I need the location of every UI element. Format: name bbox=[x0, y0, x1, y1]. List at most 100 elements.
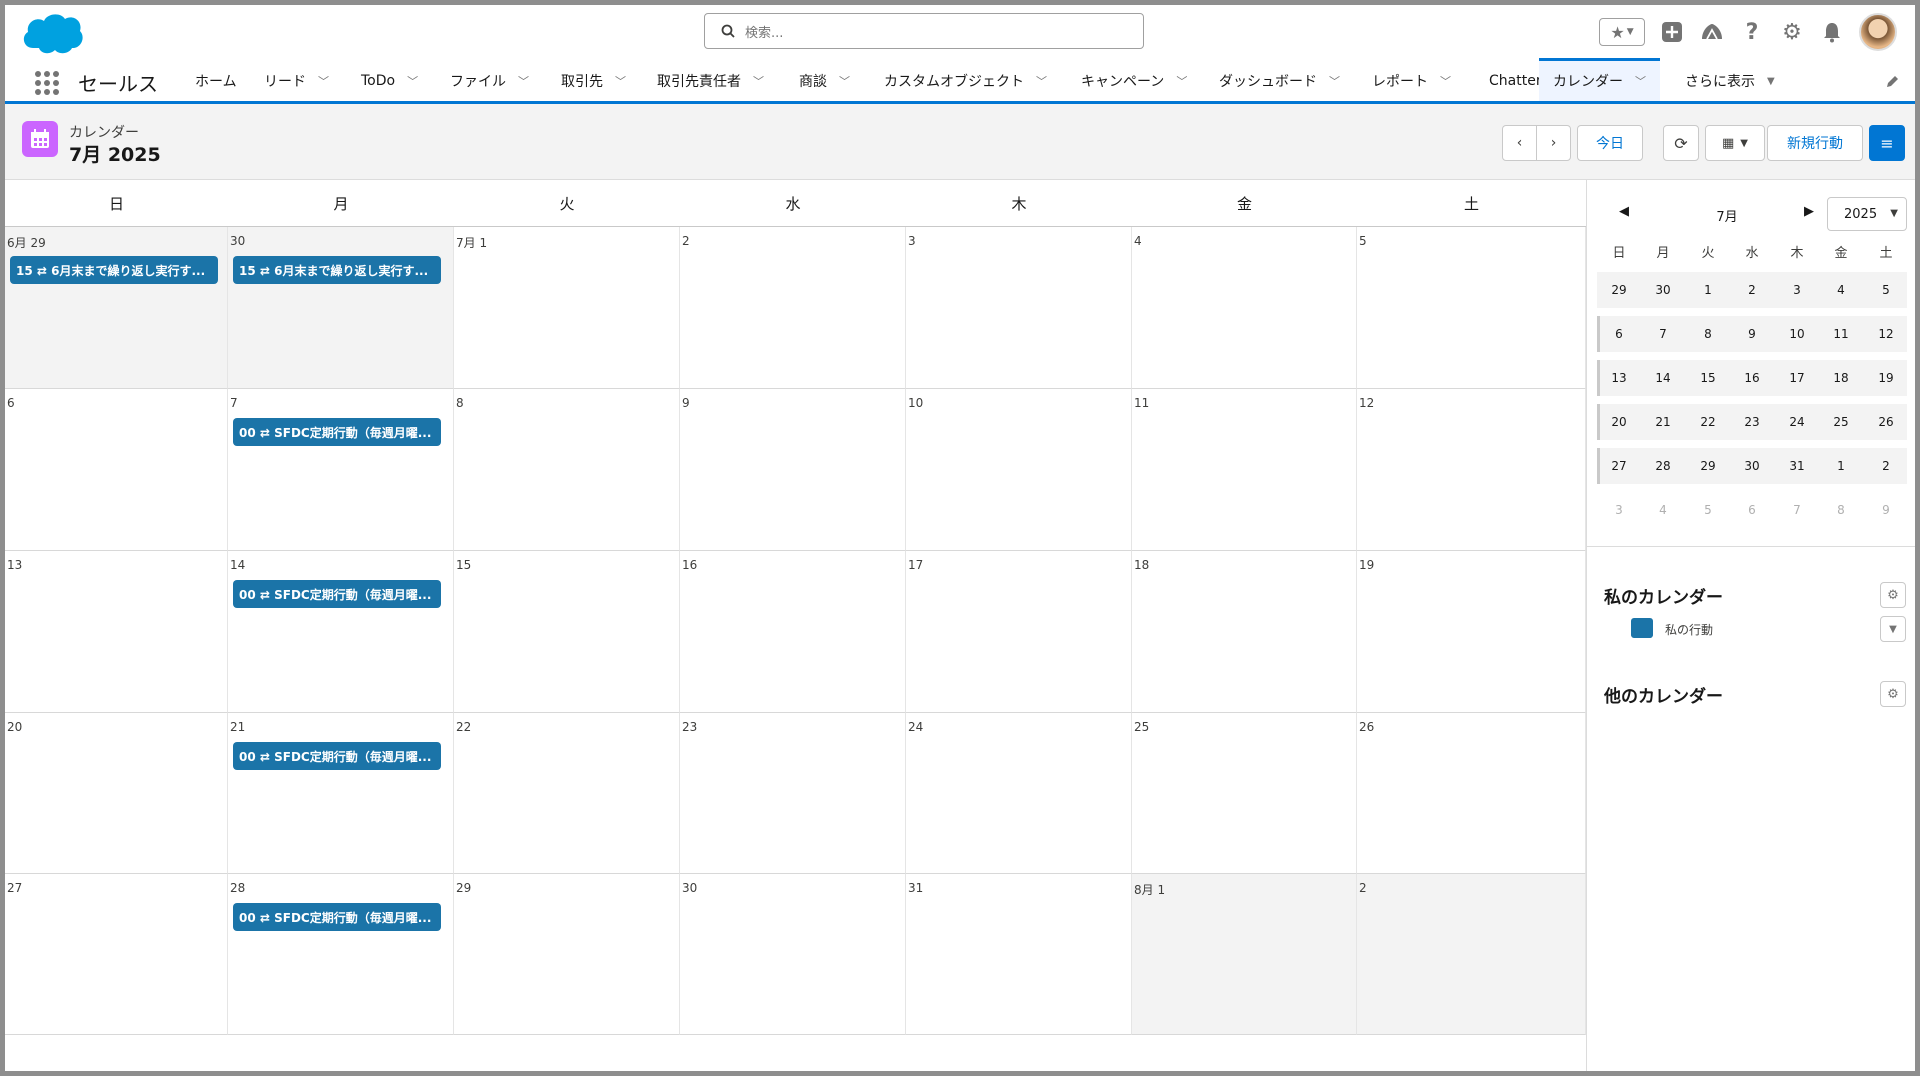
other-calendars-settings-button[interactable]: ⚙ bbox=[1880, 681, 1906, 707]
user-avatar[interactable] bbox=[1859, 13, 1897, 51]
mini-cal-day[interactable]: 5 bbox=[1686, 492, 1730, 528]
calendar-sidebar-toggle[interactable]: ≡ bbox=[1869, 125, 1905, 161]
chevron-down-icon[interactable]: ﹀ bbox=[1329, 73, 1340, 89]
day-number[interactable]: 27 bbox=[7, 881, 22, 895]
day-cell[interactable]: 10 bbox=[906, 389, 1132, 551]
day-cell[interactable]: 18 bbox=[1132, 551, 1357, 713]
day-cell[interactable]: 11 bbox=[1132, 389, 1357, 551]
calendar-event[interactable]: 15 ⇄ 6月末まで繰り返し実行す... bbox=[10, 256, 218, 284]
day-cell[interactable]: 7月 1 bbox=[454, 227, 680, 389]
chevron-down-icon[interactable]: ﹀ bbox=[407, 73, 418, 89]
notifications-button[interactable] bbox=[1819, 19, 1845, 45]
mini-cal-day[interactable]: 22 bbox=[1686, 404, 1730, 440]
day-cell[interactable]: 24 bbox=[906, 713, 1132, 874]
day-number[interactable]: 15 bbox=[456, 558, 471, 572]
mini-cal-day[interactable]: 3 bbox=[1775, 272, 1819, 308]
mini-cal-day[interactable]: 23 bbox=[1730, 404, 1774, 440]
nav-tab-0[interactable]: ホーム bbox=[195, 61, 237, 101]
day-number[interactable]: 20 bbox=[7, 720, 22, 734]
mini-cal-day[interactable]: 9 bbox=[1730, 316, 1774, 352]
mini-cal-day[interactable]: 30 bbox=[1730, 448, 1774, 484]
day-cell[interactable]: 30 bbox=[680, 874, 906, 1035]
day-cell[interactable]: 30 15 ⇄ 6月末まで繰り返し実行す... bbox=[228, 227, 454, 389]
global-search-input[interactable]: 検索... bbox=[704, 13, 1144, 49]
salesforce-logo[interactable] bbox=[19, 10, 85, 60]
day-cell[interactable]: 7 00 ⇄ SFDC定期行動（毎週月曜... bbox=[228, 389, 454, 551]
day-cell[interactable]: 31 bbox=[906, 874, 1132, 1035]
chevron-down-icon[interactable]: ﹀ bbox=[615, 73, 626, 89]
calendar-event[interactable]: 00 ⇄ SFDC定期行動（毎週月曜... bbox=[233, 580, 441, 608]
nav-tab-13[interactable]: さらに表示 ▼ bbox=[1685, 61, 1775, 101]
chevron-down-icon[interactable]: ﹀ bbox=[839, 73, 850, 89]
day-number[interactable]: 30 bbox=[682, 881, 697, 895]
day-cell[interactable]: 16 bbox=[680, 551, 906, 713]
day-cell[interactable]: 3 bbox=[906, 227, 1132, 389]
day-number[interactable]: 10 bbox=[908, 396, 923, 410]
nav-tab-7[interactable]: カスタムオブジェクト ﹀ bbox=[884, 61, 1047, 101]
favorites-button[interactable]: ★ ▼ bbox=[1599, 18, 1645, 46]
day-number[interactable]: 5 bbox=[1359, 234, 1367, 248]
next-month-button[interactable]: › bbox=[1536, 125, 1571, 161]
day-number[interactable]: 16 bbox=[682, 558, 697, 572]
new-event-button[interactable]: 新規行動 bbox=[1767, 125, 1863, 161]
mini-cal-day[interactable]: 3 bbox=[1597, 492, 1641, 528]
day-cell[interactable]: 6 bbox=[5, 389, 228, 551]
day-number[interactable]: 2 bbox=[1359, 881, 1367, 895]
calendar-event[interactable]: 15 ⇄ 6月末まで繰り返し実行す... bbox=[233, 256, 441, 284]
day-cell[interactable]: 2 bbox=[680, 227, 906, 389]
day-number[interactable]: 12 bbox=[1359, 396, 1374, 410]
chevron-down-icon[interactable]: ﹀ bbox=[1440, 73, 1451, 89]
mini-cal-day[interactable]: 20 bbox=[1597, 404, 1641, 440]
mini-cal-day[interactable]: 11 bbox=[1819, 316, 1863, 352]
chevron-down-icon[interactable]: ▼ bbox=[1767, 76, 1775, 87]
help-button[interactable]: ? bbox=[1739, 19, 1765, 45]
mini-cal-day[interactable]: 15 bbox=[1686, 360, 1730, 396]
nav-tab-4[interactable]: 取引先 ﹀ bbox=[561, 61, 626, 101]
day-cell[interactable]: 5 bbox=[1357, 227, 1586, 389]
mini-cal-day[interactable]: 21 bbox=[1641, 404, 1685, 440]
mini-cal-day[interactable]: 2 bbox=[1864, 448, 1908, 484]
setup-button[interactable]: ⚙ bbox=[1779, 19, 1805, 45]
day-cell[interactable]: 21 00 ⇄ SFDC定期行動（毎週月曜... bbox=[228, 713, 454, 874]
mini-cal-day[interactable]: 27 bbox=[1597, 448, 1641, 484]
day-number[interactable]: 26 bbox=[1359, 720, 1374, 734]
edit-nav-pencil-icon[interactable] bbox=[1885, 74, 1899, 93]
day-cell[interactable]: 4 bbox=[1132, 227, 1357, 389]
day-cell[interactable]: 2 bbox=[1357, 874, 1586, 1035]
my-events-menu-button[interactable]: ▼ bbox=[1880, 616, 1906, 642]
mini-cal-day[interactable]: 29 bbox=[1597, 272, 1641, 308]
app-launcher-icon[interactable] bbox=[35, 71, 59, 95]
mini-cal-day[interactable]: 7 bbox=[1641, 316, 1685, 352]
chevron-down-icon[interactable]: ﹀ bbox=[753, 73, 764, 89]
day-cell[interactable]: 17 bbox=[906, 551, 1132, 713]
mini-cal-day[interactable]: 12 bbox=[1864, 316, 1908, 352]
mini-cal-day[interactable]: 16 bbox=[1730, 360, 1774, 396]
day-cell[interactable]: 19 bbox=[1357, 551, 1586, 713]
day-number[interactable]: 2 bbox=[682, 234, 690, 248]
day-number[interactable]: 25 bbox=[1134, 720, 1149, 734]
day-number[interactable]: 17 bbox=[908, 558, 923, 572]
nav-tab-6[interactable]: 商談 ﹀ bbox=[799, 61, 850, 101]
day-number[interactable]: 18 bbox=[1134, 558, 1149, 572]
previous-month-button[interactable]: ‹ bbox=[1502, 125, 1537, 161]
day-cell[interactable]: 13 bbox=[5, 551, 228, 713]
nav-tab-2[interactable]: ToDo ﹀ bbox=[361, 61, 418, 101]
mini-cal-day[interactable]: 9 bbox=[1864, 492, 1908, 528]
mini-cal-day[interactable]: 14 bbox=[1641, 360, 1685, 396]
day-cell[interactable]: 8月 1 bbox=[1132, 874, 1357, 1035]
day-number[interactable]: 6 bbox=[7, 396, 15, 410]
refresh-button[interactable]: ⟳ bbox=[1663, 125, 1699, 161]
day-number[interactable]: 19 bbox=[1359, 558, 1374, 572]
nav-tab-11[interactable]: Chatter bbox=[1489, 61, 1542, 101]
nav-tab-3[interactable]: ファイル ﹀ bbox=[450, 61, 529, 101]
mini-cal-year-select[interactable]: 2025 ▼ bbox=[1827, 197, 1907, 231]
day-cell[interactable]: 8 bbox=[454, 389, 680, 551]
today-button[interactable]: 今日 bbox=[1577, 125, 1643, 161]
mini-cal-day[interactable]: 1 bbox=[1819, 448, 1863, 484]
day-number[interactable]: 8月 1 bbox=[1134, 881, 1165, 898]
day-cell[interactable]: 12 bbox=[1357, 389, 1586, 551]
day-cell[interactable]: 14 00 ⇄ SFDC定期行動（毎週月曜... bbox=[228, 551, 454, 713]
nav-tab-9[interactable]: ダッシュボード ﹀ bbox=[1219, 61, 1340, 101]
day-number[interactable]: 23 bbox=[682, 720, 697, 734]
global-add-button[interactable] bbox=[1659, 19, 1685, 45]
